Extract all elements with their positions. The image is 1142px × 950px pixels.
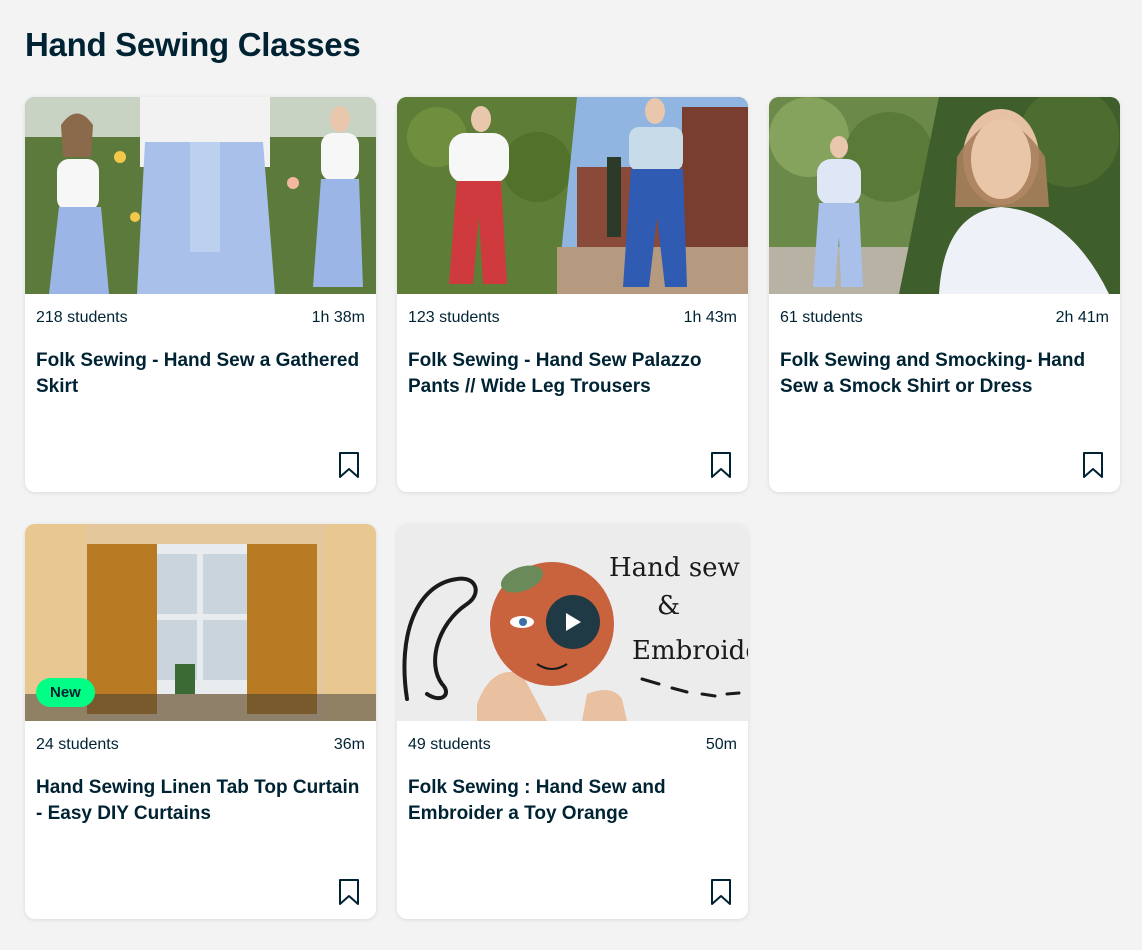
- class-meta: 49 students 50m: [408, 736, 737, 754]
- class-card[interactable]: 123 students 1h 43m Folk Sewing - Hand S…: [397, 97, 748, 492]
- class-thumbnail[interactable]: Hand sew & Embroider: [397, 524, 748, 721]
- thumbnail-text: Hand sew: [609, 553, 740, 583]
- class-card[interactable]: 61 students 2h 41m Folk Sewing and Smock…: [769, 97, 1120, 492]
- student-count: 24 students: [36, 736, 119, 753]
- bookmark-icon[interactable]: [338, 878, 360, 906]
- class-duration: 36m: [333, 736, 365, 753]
- new-badge: New: [36, 678, 95, 707]
- thumbnail-text: &: [657, 591, 680, 621]
- bookmark-icon[interactable]: [1082, 451, 1104, 479]
- class-card[interactable]: Hand sew & Embroider 49 students 50m Fol…: [397, 524, 748, 919]
- class-duration: 1h 43m: [683, 309, 737, 326]
- page-title: Hand Sewing Classes: [25, 26, 361, 63]
- class-meta: 123 students 1h 43m: [408, 309, 737, 327]
- play-button[interactable]: [546, 595, 600, 649]
- class-thumbnail[interactable]: [769, 97, 1120, 294]
- thumbnail-text: Embroider: [632, 636, 748, 666]
- student-count: 61 students: [780, 309, 863, 326]
- class-card[interactable]: 218 students 1h 38m Folk Sewing - Hand S…: [25, 97, 376, 492]
- class-card[interactable]: New 24 students 36m Hand Sewing Linen Ta…: [25, 524, 376, 919]
- class-title[interactable]: Hand Sewing Linen Tab Top Curtain - Easy…: [36, 775, 360, 827]
- class-meta: 24 students 36m: [36, 736, 365, 754]
- class-duration: 1h 38m: [311, 309, 365, 326]
- class-title[interactable]: Folk Sewing : Hand Sew and Embroider a T…: [408, 775, 732, 827]
- student-count: 49 students: [408, 736, 491, 753]
- class-duration: 2h 41m: [1055, 309, 1109, 326]
- bookmark-icon[interactable]: [338, 451, 360, 479]
- class-thumbnail[interactable]: New: [25, 524, 376, 721]
- class-duration: 50m: [705, 736, 737, 753]
- play-icon: [566, 613, 581, 631]
- class-title[interactable]: Folk Sewing - Hand Sew a Gathered Skirt: [36, 348, 360, 400]
- class-title[interactable]: Folk Sewing and Smocking- Hand Sew a Smo…: [780, 348, 1104, 400]
- class-meta: 218 students 1h 38m: [36, 309, 365, 327]
- class-thumbnail[interactable]: [25, 97, 376, 294]
- class-thumbnail[interactable]: [397, 97, 748, 294]
- student-count: 123 students: [408, 309, 500, 326]
- class-title[interactable]: Folk Sewing - Hand Sew Palazzo Pants // …: [408, 348, 732, 400]
- bookmark-icon[interactable]: [710, 878, 732, 906]
- student-count: 218 students: [36, 309, 128, 326]
- class-meta: 61 students 2h 41m: [780, 309, 1109, 327]
- bookmark-icon[interactable]: [710, 451, 732, 479]
